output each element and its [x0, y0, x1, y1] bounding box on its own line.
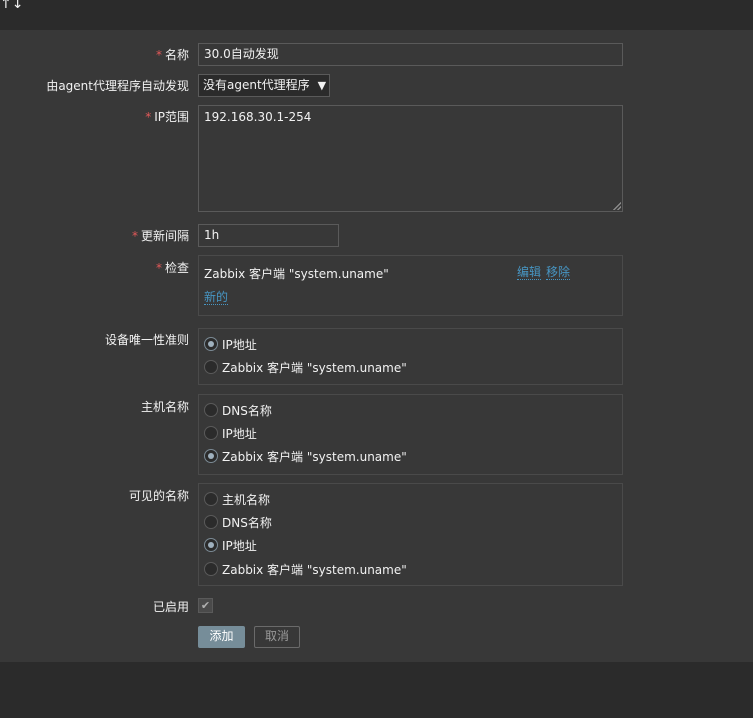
ip-range-value: 192.168.30.1-254 [204, 110, 312, 124]
uniqueness-option-ip[interactable]: IP地址 [204, 335, 257, 353]
uniqueness-option-zabbix-agent[interactable]: Zabbix 客户端 "system.uname" [204, 358, 407, 376]
radio-icon[interactable] [204, 562, 218, 576]
enabled-label: 已启用 [152, 600, 189, 614]
sort-icon: ↑↓ [0, 0, 24, 12]
radio-icon[interactable] [204, 426, 218, 440]
uniqueness-radio-group: IP地址 Zabbix 客户端 "system.uname" [198, 328, 623, 385]
delay-input[interactable]: 1h [198, 224, 339, 247]
check-remove-link[interactable]: 移除 [546, 266, 571, 280]
radio-selected-icon[interactable] [204, 538, 218, 552]
discovery-rule-form: * 名称 30.0自动发现 由agent代理程序自动发现 没有agent代理程序 ▼… [0, 30, 753, 662]
top-bar: ↑↓ [0, 0, 753, 19]
checkmark-icon: ✔ [200, 599, 211, 612]
page-footer-area [0, 662, 753, 718]
cancel-button[interactable]: 取消 [254, 626, 300, 648]
enabled-checkbox[interactable]: ✔ [198, 598, 213, 613]
ip-range-textarea[interactable]: 192.168.30.1-254 [198, 105, 623, 212]
proxy-selected-value: 没有agent代理程序 [203, 78, 310, 92]
visible-name-radio-group: 主机名称 DNS名称 IP地址 Zabbix 客户端 "system.uname… [198, 483, 623, 586]
new-check-link[interactable]: 新的 [204, 291, 229, 305]
visible-name-option-ip[interactable]: IP地址 [204, 536, 257, 554]
resize-handle-icon[interactable] [613, 202, 621, 210]
name-input[interactable]: 30.0自动发现 [198, 43, 623, 66]
radio-icon[interactable] [204, 403, 218, 417]
host-name-label: 主机名称 [140, 400, 189, 414]
check-edit-link[interactable]: 编辑 [517, 266, 542, 280]
proxy-select[interactable]: 没有agent代理程序 ▼ [198, 74, 330, 97]
visible-name-label: 可见的名称 [128, 489, 189, 503]
ip-range-label: * IP范围 [145, 110, 189, 124]
radio-selected-icon[interactable] [204, 337, 218, 351]
radio-selected-icon[interactable] [204, 449, 218, 463]
name-label: * 名称 [155, 48, 189, 62]
visible-name-option-zabbix-agent[interactable]: Zabbix 客户端 "system.uname" [204, 560, 407, 578]
host-name-radio-group: DNS名称 IP地址 Zabbix 客户端 "system.uname" [198, 394, 623, 475]
radio-icon[interactable] [204, 360, 218, 374]
chevron-down-icon: ▼ [317, 79, 327, 92]
checks-box: Zabbix 客户端 "system.uname" 编辑 移除 新的 [198, 255, 623, 316]
header-spacer [0, 18, 753, 30]
proxy-label: 由agent代理程序自动发现 [46, 79, 189, 93]
delay-label: * 更新间隔 [131, 229, 189, 243]
add-button[interactable]: 添加 [198, 626, 245, 648]
host-name-option-dns[interactable]: DNS名称 [204, 401, 272, 419]
visible-name-option-dns[interactable]: DNS名称 [204, 513, 272, 531]
visible-name-option-host-name[interactable]: 主机名称 [204, 490, 270, 508]
radio-icon[interactable] [204, 515, 218, 529]
check-item-text: Zabbix 客户端 "system.uname" [204, 267, 389, 281]
radio-icon[interactable] [204, 492, 218, 506]
uniqueness-label: 设备唯一性准则 [104, 333, 189, 347]
host-name-option-zabbix-agent[interactable]: Zabbix 客户端 "system.uname" [204, 447, 407, 465]
host-name-option-ip[interactable]: IP地址 [204, 424, 257, 442]
checks-label: * 检查 [155, 261, 189, 275]
